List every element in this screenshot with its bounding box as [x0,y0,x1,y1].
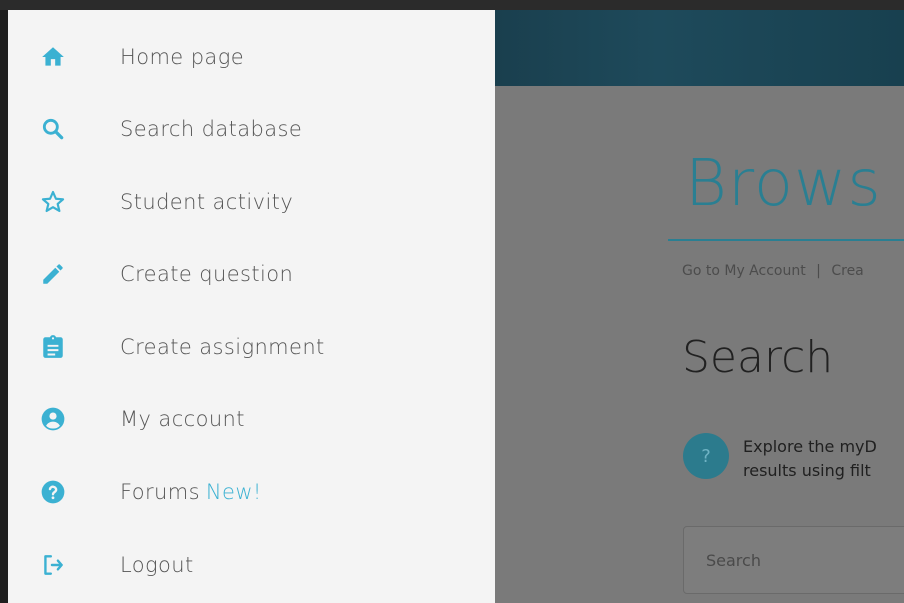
help-line-1: Explore the myD [743,437,877,456]
search-heading: Search [682,332,834,383]
clipboard-icon [38,332,68,362]
title-underline [668,239,904,241]
drawer-item-label: Logout [120,553,194,577]
drawer-item-label: Search database [120,117,303,141]
account-icon [38,404,68,434]
drawer-item-create-question[interactable]: Create question [8,238,495,310]
star-icon [38,187,68,217]
search-icon [38,114,68,144]
drawer-item-label: Forums New! [120,480,262,504]
drawer-item-forums[interactable]: Forums New! [8,456,495,528]
page-title: Brows [685,147,882,221]
help-line-2: results using filt [743,461,871,480]
home-icon [38,42,68,72]
page-header-bar [495,10,904,86]
app-root: Brows Go to My Account | Crea Search ? E… [0,0,904,603]
background-page: Brows Go to My Account | Crea Search ? E… [495,10,904,603]
search-input[interactable] [684,527,904,593]
logout-icon [38,550,68,580]
drawer-item-label: My account [120,407,245,431]
drawer-item-home[interactable]: Home page [8,21,495,93]
drawer-item-logout[interactable]: Logout [8,529,495,601]
drawer-item-label: Home page [120,45,245,69]
drawer-item-label: Student activity [120,190,294,214]
top-strip [0,0,904,10]
drawer-item-search-database[interactable]: Search database [8,93,495,165]
forums-label: Forums [120,480,200,504]
help-icon [38,477,68,507]
drawer-item-create-assignment[interactable]: Create assignment [8,311,495,383]
navigation-drawer: Home page Search database Student activi… [8,10,495,603]
pencil-icon [38,259,68,289]
link-separator: | [816,263,821,279]
drawer-item-label: Create question [120,262,294,286]
help-circle-icon: ? [683,433,729,479]
help-description: Explore the myD results using filt [743,435,904,483]
drawer-item-student-activity[interactable]: Student activity [8,166,495,238]
drawer-item-label: Create assignment [120,335,325,359]
breadcrumb-links: Go to My Account | Crea [682,263,864,279]
new-badge: New! [205,480,262,504]
create-link[interactable]: Crea [831,263,863,279]
drawer-item-my-account[interactable]: My account [8,383,495,455]
search-box [683,526,904,594]
go-to-my-account-link[interactable]: Go to My Account [682,263,806,279]
